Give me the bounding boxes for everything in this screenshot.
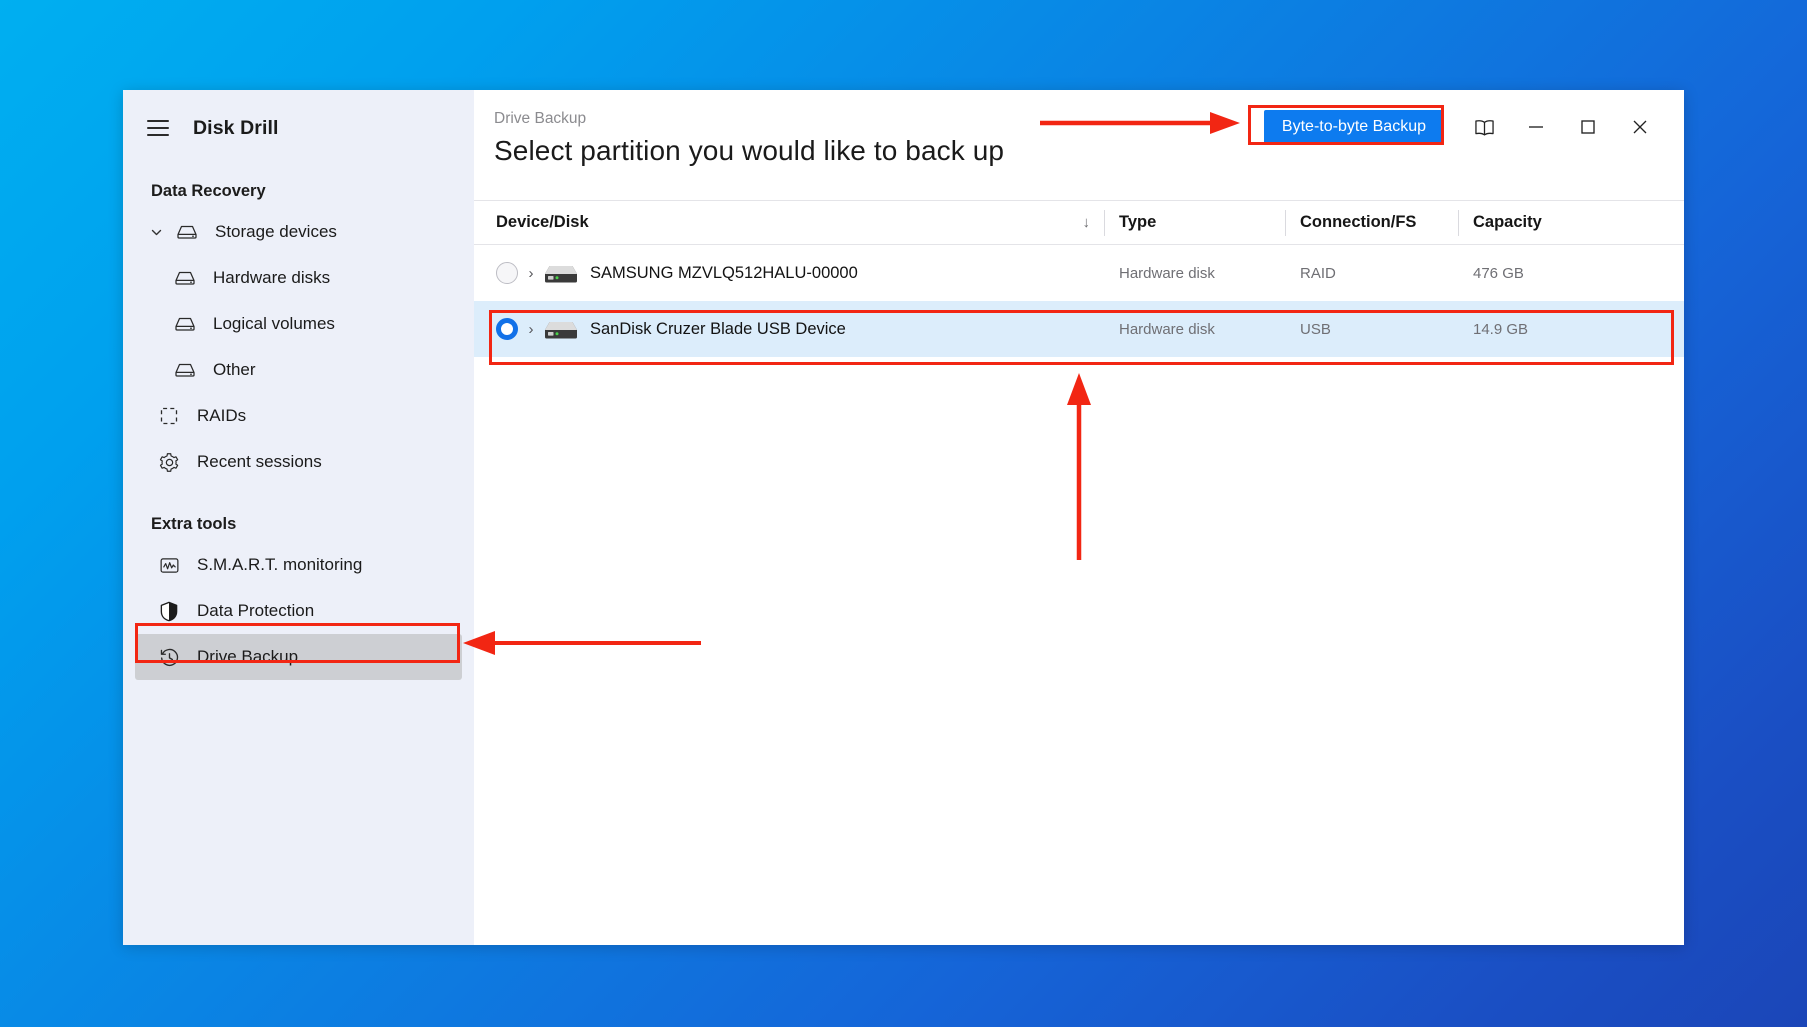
disk-icon [544,318,578,340]
row-radio-button[interactable] [496,262,518,284]
disk-icon [544,262,578,284]
smart-monitor-icon [155,551,183,579]
page-header: Drive Backup Select partition you would … [474,90,1684,200]
column-header-connection-fs[interactable]: Connection/FS [1286,213,1458,232]
raid-icon [155,402,183,430]
sidebar-item-storage-devices[interactable]: Storage devices [135,209,462,255]
device-capacity: 14.9 GB [1459,321,1684,338]
sidebar-item-logical-volumes[interactable]: Logical volumes [135,301,462,347]
sidebar-section-extra-tools: Extra tools [123,515,474,534]
drive-icon [171,310,199,338]
arrow-up-to-selected-drive-row [1060,365,1100,560]
row-radio-button[interactable] [496,318,518,340]
header-actions: Byte-to-byte Backup [1264,106,1666,148]
sidebar-item-label: Recent sessions [197,452,322,472]
disk-drill-window: Disk Drill Data Recovery Storage devices… [123,90,1684,945]
arrow-to-byte-to-byte-backup-button [1040,110,1260,140]
device-capacity: 476 GB [1459,265,1684,282]
history-clock-icon [155,643,183,671]
book-icon[interactable] [1458,106,1510,148]
sidebar-item-hardware-disks[interactable]: Hardware disks [135,255,462,301]
table-row[interactable]: › SanDisk Cruzer Blade USB Device Hardwa… [474,301,1684,357]
sidebar-item-label: Drive Backup [197,647,298,667]
sidebar-section-data-recovery: Data Recovery [123,182,474,201]
sidebar-item-label: Data Protection [197,601,314,621]
device-type: Hardware disk [1105,265,1285,282]
sidebar-item-other[interactable]: Other [135,347,462,393]
sidebar-item-recent-sessions[interactable]: Recent sessions [135,439,462,485]
app-title: Disk Drill [193,117,279,140]
column-header-device-disk[interactable]: Device/Disk ↓ [474,213,1104,232]
chevron-down-icon[interactable] [145,226,167,239]
sidebar-item-drive-backup[interactable]: Drive Backup [135,634,462,680]
maximize-icon[interactable] [1562,106,1614,148]
byte-to-byte-backup-button[interactable]: Byte-to-byte Backup [1264,110,1444,145]
minimize-icon[interactable] [1510,106,1562,148]
device-name: SAMSUNG MZVLQ512HALU-00000 [590,264,858,283]
sidebar-item-label: Hardware disks [213,268,330,288]
chevron-right-icon[interactable]: › [518,321,544,338]
gear-icon [155,448,183,476]
device-connection: USB [1286,321,1458,338]
breadcrumb: Drive Backup [494,110,1004,128]
sort-descending-icon[interactable]: ↓ [1083,214,1091,231]
device-connection: RAID [1286,265,1458,282]
chevron-right-icon[interactable]: › [518,265,544,282]
sidebar-item-label: Logical volumes [213,314,335,334]
sidebar: Disk Drill Data Recovery Storage devices… [123,90,474,945]
column-header-label: Device/Disk [496,213,589,232]
hamburger-icon[interactable] [147,120,169,136]
sidebar-header: Disk Drill [123,104,474,152]
drive-icon [173,218,201,246]
sidebar-item-data-protection[interactable]: Data Protection [135,588,462,634]
arrow-to-drive-backup-sidebar-item [455,628,705,658]
drive-icon [171,264,199,292]
device-type: Hardware disk [1105,321,1285,338]
sidebar-item-label: Storage devices [215,222,337,242]
table-row[interactable]: › SAMSUNG MZVLQ512HALU-00000 Hardware di… [474,245,1684,301]
sidebar-item-label: S.M.A.R.T. monitoring [197,555,362,575]
sidebar-item-smart-monitoring[interactable]: S.M.A.R.T. monitoring [135,542,462,588]
close-icon[interactable] [1614,106,1666,148]
sidebar-item-label: RAIDs [197,406,246,426]
column-header-capacity[interactable]: Capacity [1459,213,1684,232]
table-header-row: Device/Disk ↓ Type Connection/FS Capacit… [474,200,1684,245]
sidebar-item-raids[interactable]: RAIDs [135,393,462,439]
shield-icon [155,597,183,625]
drive-icon [171,356,199,384]
column-header-type[interactable]: Type [1105,213,1285,232]
page-title: Select partition you would like to back … [494,135,1004,167]
sidebar-item-label: Other [213,360,256,380]
device-name: SanDisk Cruzer Blade USB Device [590,320,846,339]
